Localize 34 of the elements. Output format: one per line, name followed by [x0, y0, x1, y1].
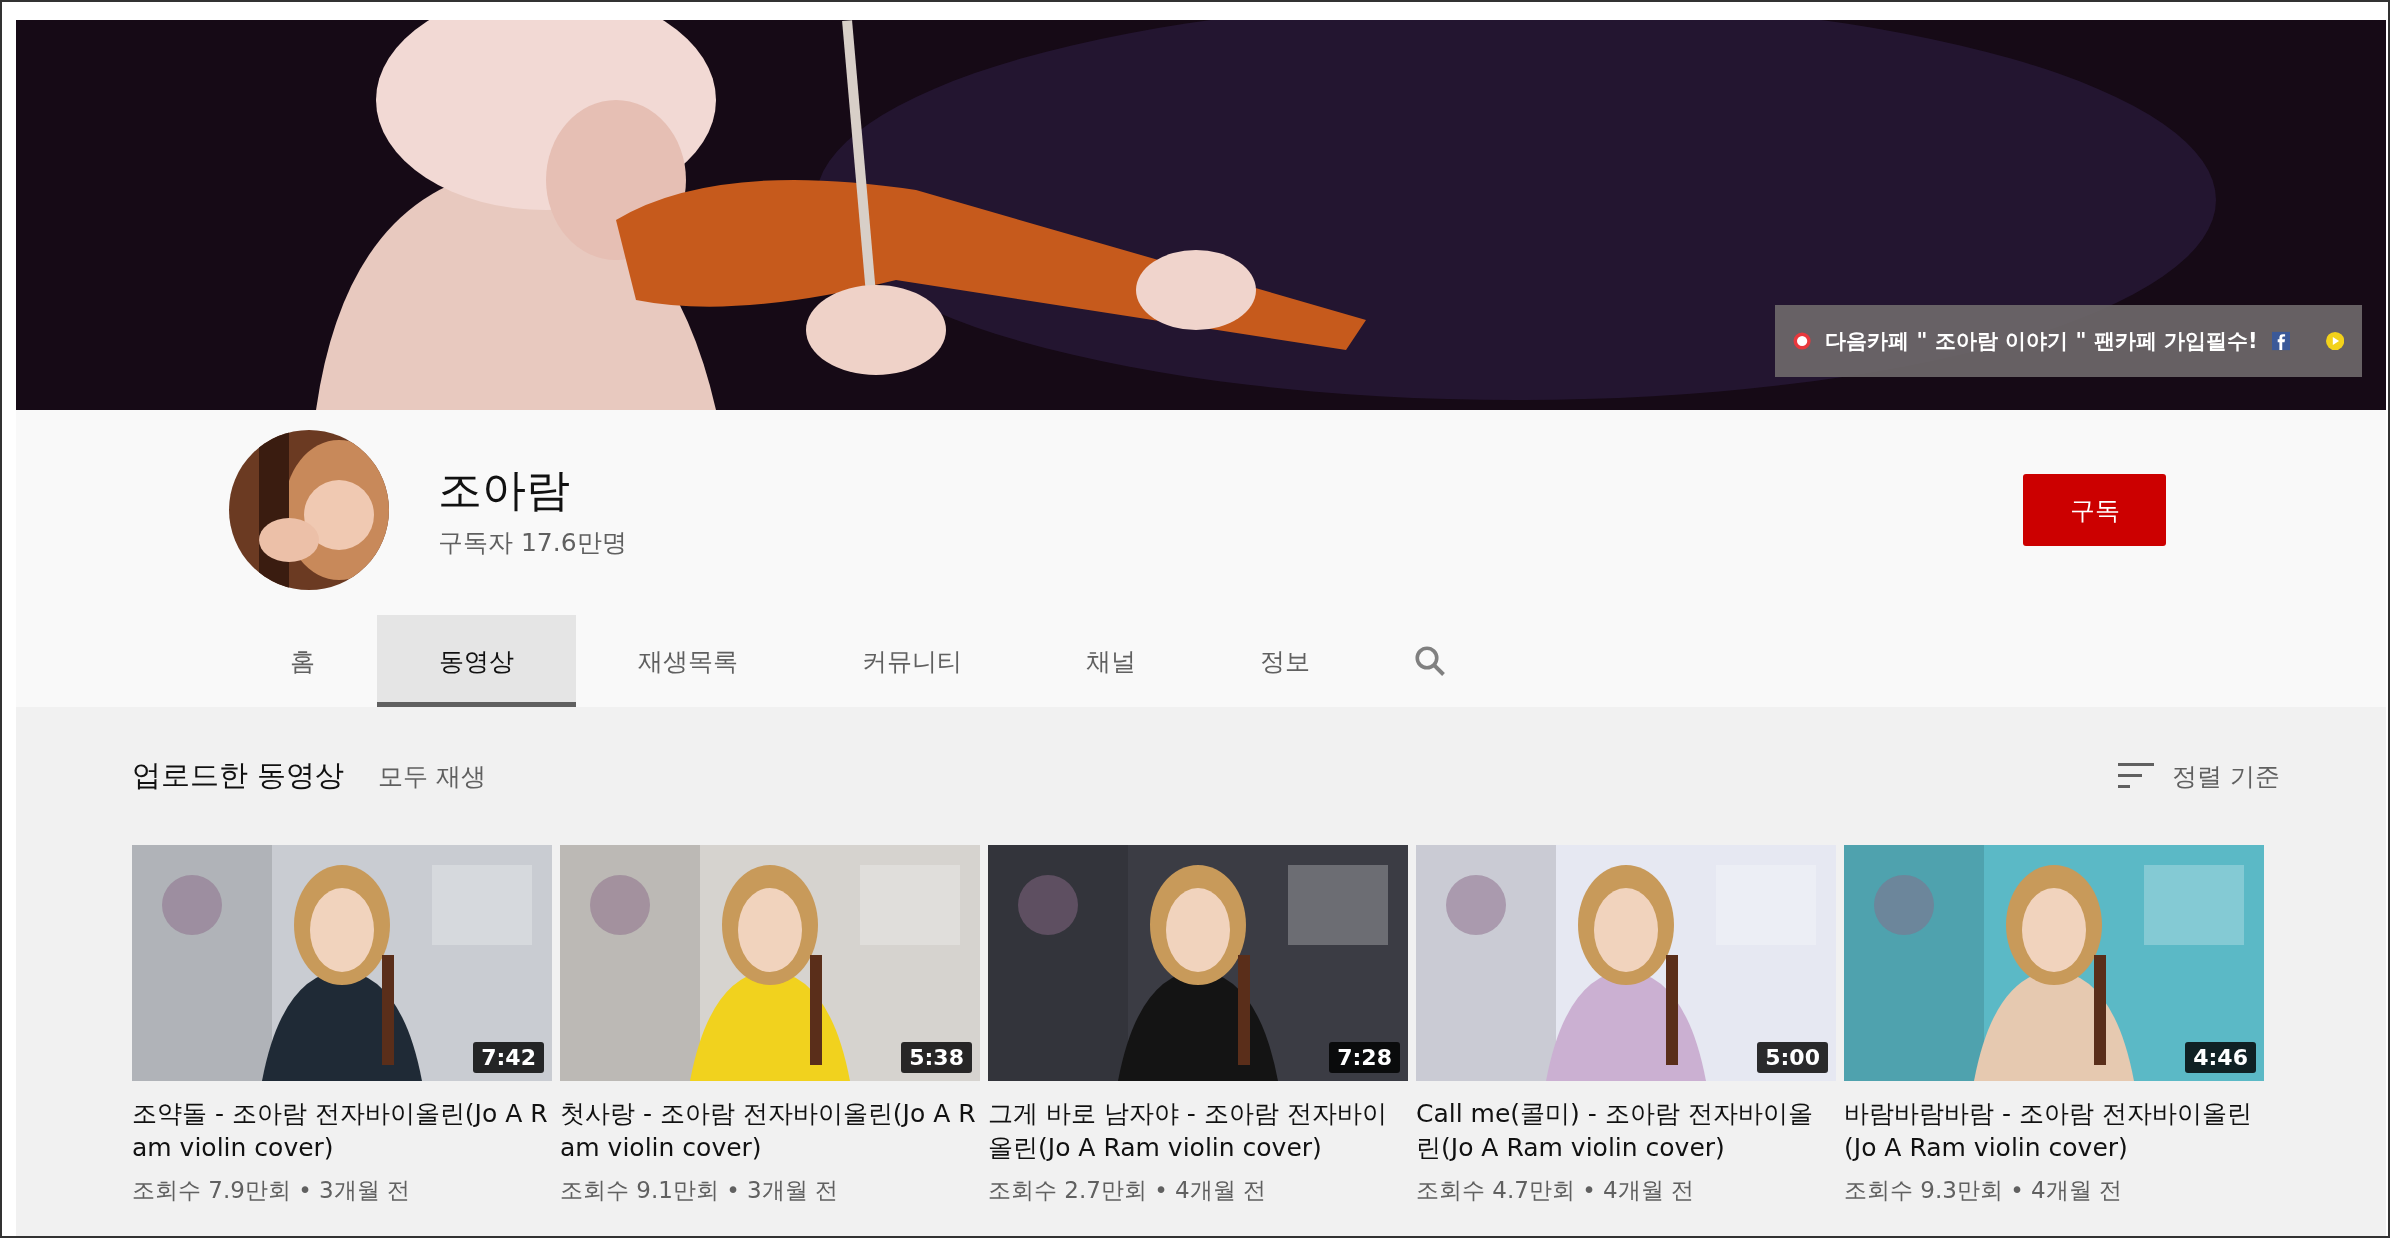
video-meta: 조회수 9.1만회 • 3개월 전 — [560, 1176, 840, 1205]
video-duration: 4:46 — [2185, 1042, 2256, 1073]
video-duration: 5:38 — [901, 1042, 972, 1073]
video-title[interactable]: 조약돌 - 조아람 전자바이올린(Jo A Ram violin cover) — [132, 1097, 552, 1165]
subscriber-count: 구독자 17.6만명 — [438, 527, 628, 559]
video-meta: 조회수 4.7만회 • 4개월 전 — [1416, 1176, 1696, 1205]
video-title[interactable]: 첫사랑 - 조아람 전자바이올린(Jo A Ram violin cover) — [560, 1097, 980, 1165]
video-title[interactable]: 바람바람바람 - 조아람 전자바이올린(Jo A Ram violin cover) — [1844, 1097, 2264, 1165]
channel-tab[interactable]: 커뮤니티 — [800, 615, 1024, 707]
channel-tab[interactable]: 동영상 — [377, 615, 576, 707]
video-thumbnail[interactable]: 7:28 — [988, 845, 1408, 1081]
video-title[interactable]: 그게 바로 남자야 - 조아람 전자바이올린(Jo A Ram violin cover) — [988, 1097, 1408, 1165]
video-duration: 7:28 — [1329, 1042, 1400, 1073]
sort-icon — [2118, 763, 2155, 789]
channel-name: 조아람 — [438, 463, 571, 517]
video-thumbnail[interactable]: 5:38 — [560, 845, 980, 1081]
video-thumbnail[interactable]: 7:42 — [132, 845, 552, 1081]
play-all-link[interactable]: 모두 재생 — [378, 759, 487, 793]
video-thumbnail[interactable]: 4:46 — [1844, 845, 2264, 1081]
video-meta: 조회수 2.7만회 • 4개월 전 — [988, 1176, 1268, 1205]
channel-tab[interactable]: 채널 — [1024, 615, 1198, 707]
channel-tab[interactable]: 홈 — [228, 615, 377, 707]
subscribe-button[interactable]: 구독 — [2023, 474, 2166, 546]
video-meta: 조회수 7.9만회 • 3개월 전 — [132, 1176, 412, 1205]
video-meta: 조회수 9.3만회 • 4개월 전 — [1844, 1176, 2124, 1205]
banner-link[interactable]: 다음카페 " 조아람 이야기 " 팬카페 가입필수! — [1775, 305, 2362, 377]
video-thumbnail[interactable]: 5:00 — [1416, 845, 1836, 1081]
video-title[interactable]: Call me(콜미) - 조아람 전자바이올린(Jo A Ram violin cover) — [1416, 1097, 1836, 1165]
channel-tab[interactable]: 정보 — [1198, 615, 1372, 707]
channel-tab[interactable]: 재생목록 — [576, 615, 800, 707]
video-duration: 5:00 — [1757, 1042, 1828, 1073]
sort-button[interactable]: 정렬 기준 — [2112, 758, 2286, 794]
video-duration: 7:42 — [473, 1042, 544, 1073]
section-title: 업로드한 동영상 — [132, 757, 345, 794]
